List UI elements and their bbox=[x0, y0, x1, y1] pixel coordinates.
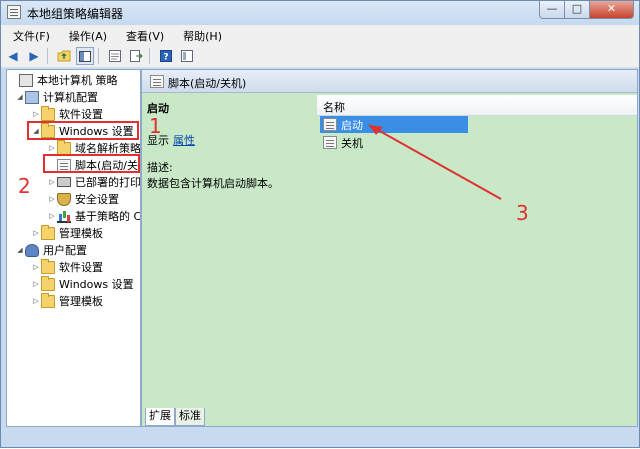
menu-file[interactable]: 文件(F) bbox=[1, 25, 57, 45]
printer-icon bbox=[57, 177, 71, 187]
user-icon bbox=[25, 243, 39, 257]
tree-item-label: Windows 设置 bbox=[59, 278, 134, 291]
column-header-label: 名称 bbox=[323, 101, 345, 114]
tree-item-policy-based-qos[interactable]: ▷ 基于策略的 C bbox=[47, 208, 141, 224]
title-bar[interactable]: 本地组策略编辑器 — □ ✕ bbox=[1, 1, 639, 25]
script-icon bbox=[323, 118, 337, 131]
gpedit-window: 本地组策略编辑器 — □ ✕ 文件(F) 操作(A) 查看(V) 帮助(H) ◀… bbox=[0, 0, 640, 448]
expand-arrow-icon[interactable]: ▷ bbox=[47, 144, 57, 152]
expand-arrow-icon[interactable]: ▷ bbox=[31, 110, 41, 118]
qos-chart-icon bbox=[57, 210, 71, 223]
expand-arrow-icon[interactable]: ▷ bbox=[31, 229, 41, 237]
toolbar-separator bbox=[98, 48, 99, 64]
tree-item-label: 管理模板 bbox=[59, 295, 103, 308]
annotation-label-2: 2 bbox=[18, 174, 31, 198]
description-text: 数据包含计算机启动脚本。 bbox=[147, 177, 279, 190]
expand-arrow-icon[interactable]: ▷ bbox=[31, 280, 41, 288]
details-pane: 脚本(启动/关机) 启动 显示 属性 描述: 数据包含计算机启动脚本。 名称 启动… bbox=[141, 69, 638, 427]
extended-view-icon[interactable] bbox=[178, 47, 196, 65]
toolbar-separator bbox=[47, 48, 48, 64]
list-item-shutdown[interactable]: 关机 bbox=[320, 134, 363, 151]
toolbar: ◀ ▶ ? bbox=[1, 45, 639, 68]
expand-arrow-icon[interactable]: ▷ bbox=[47, 178, 57, 186]
view-tabs: 扩展 标准 bbox=[142, 408, 637, 426]
tree-item-label: 计算机配置 bbox=[43, 91, 98, 104]
forward-arrow-icon[interactable]: ▶ bbox=[25, 47, 43, 65]
maximize-button[interactable]: □ bbox=[565, 1, 590, 19]
back-arrow-icon[interactable]: ◀ bbox=[4, 47, 22, 65]
details-header: 脚本(启动/关机) bbox=[142, 70, 637, 93]
folder-icon bbox=[41, 258, 55, 274]
tree-item-label: 软件设置 bbox=[59, 261, 103, 274]
tree-item-label: 用户配置 bbox=[43, 244, 87, 257]
tree-item-admin-templates[interactable]: ▷ 管理模板 bbox=[31, 224, 103, 241]
folder-icon bbox=[41, 224, 55, 240]
svg-text:?: ? bbox=[163, 53, 168, 63]
minimize-button[interactable]: — bbox=[539, 1, 565, 19]
collapse-arrow-icon[interactable]: ◢ bbox=[15, 93, 25, 101]
menu-help[interactable]: 帮助(H) bbox=[171, 25, 229, 45]
help-icon[interactable]: ? bbox=[157, 47, 175, 65]
expand-arrow-icon[interactable]: ▷ bbox=[47, 195, 57, 203]
tree-item-computer-config[interactable]: ◢ 计算机配置 bbox=[15, 89, 98, 105]
gpedit-app-icon bbox=[7, 5, 21, 19]
window-controls: — □ ✕ bbox=[539, 1, 634, 19]
expand-arrow-icon[interactable]: ▷ bbox=[31, 263, 41, 271]
tree-item-local-policy[interactable]: 本地计算机 策略 bbox=[9, 72, 118, 88]
show-hide-tree-icon[interactable] bbox=[76, 47, 94, 65]
security-shield-icon bbox=[57, 192, 71, 206]
close-button[interactable]: ✕ bbox=[590, 1, 634, 19]
list-item-label: 启动 bbox=[341, 118, 363, 132]
tree-item-label: 管理模板 bbox=[59, 227, 103, 240]
expand-arrow-icon[interactable]: ▷ bbox=[47, 212, 57, 220]
policy-icon bbox=[19, 73, 33, 87]
annotation-box-windows-settings bbox=[27, 121, 139, 140]
window-title: 本地组策略编辑器 bbox=[27, 7, 124, 21]
tree-item-user-windows-settings[interactable]: ▷ Windows 设置 bbox=[31, 275, 134, 292]
menu-view[interactable]: 查看(V) bbox=[114, 25, 171, 45]
list-item-startup[interactable]: 启动 bbox=[320, 116, 468, 133]
properties-link[interactable]: 属性 bbox=[173, 134, 195, 147]
export-list-icon[interactable] bbox=[127, 47, 145, 65]
tab-standard[interactable]: 标准 bbox=[175, 408, 205, 426]
collapse-arrow-icon[interactable]: ◢ bbox=[15, 246, 25, 254]
description-label: 描述: bbox=[147, 161, 173, 174]
tree-item-security-settings[interactable]: ▷ 安全设置 bbox=[47, 191, 119, 207]
folder-icon bbox=[57, 139, 71, 155]
tree-item-user-software-settings[interactable]: ▷ 软件设置 bbox=[31, 258, 103, 275]
computer-icon bbox=[25, 90, 39, 104]
expand-arrow-icon[interactable]: ▷ bbox=[31, 297, 41, 305]
menu-action[interactable]: 操作(A) bbox=[57, 25, 114, 45]
folder-icon bbox=[41, 292, 55, 308]
tree-item-label: 已部署的打印 bbox=[75, 176, 141, 189]
annotation-label-1: 1 bbox=[149, 114, 162, 138]
tree-item-software-settings[interactable]: ▷ 软件设置 bbox=[31, 105, 103, 122]
annotation-label-3: 3 bbox=[516, 201, 529, 225]
tree-item-label: 安全设置 bbox=[75, 193, 119, 206]
script-icon bbox=[150, 75, 164, 88]
list-item-label: 关机 bbox=[341, 136, 363, 150]
tree-item-user-config[interactable]: ◢ 用户配置 bbox=[15, 242, 87, 258]
folder-icon bbox=[41, 275, 55, 291]
column-header-name[interactable]: 名称 bbox=[317, 95, 637, 116]
tree-item-label: 本地计算机 策略 bbox=[37, 74, 118, 87]
toolbar-separator bbox=[149, 48, 150, 64]
details-header-title: 脚本(启动/关机) bbox=[168, 77, 247, 90]
folder-icon bbox=[41, 105, 55, 121]
tab-extended[interactable]: 扩展 bbox=[145, 408, 175, 426]
tree-item-label: 基于策略的 C bbox=[75, 210, 141, 223]
tree-item-label: 软件设置 bbox=[59, 108, 103, 121]
tree-item-deployed-printers[interactable]: ▷ 已部署的打印 bbox=[47, 174, 141, 190]
script-icon bbox=[323, 136, 337, 149]
menu-bar: 文件(F) 操作(A) 查看(V) 帮助(H) bbox=[1, 25, 639, 45]
properties-icon[interactable] bbox=[106, 47, 124, 65]
annotation-box-scripts bbox=[43, 154, 140, 173]
tree-item-user-admin-templates[interactable]: ▷ 管理模板 bbox=[31, 292, 103, 309]
up-folder-icon[interactable] bbox=[55, 47, 73, 65]
